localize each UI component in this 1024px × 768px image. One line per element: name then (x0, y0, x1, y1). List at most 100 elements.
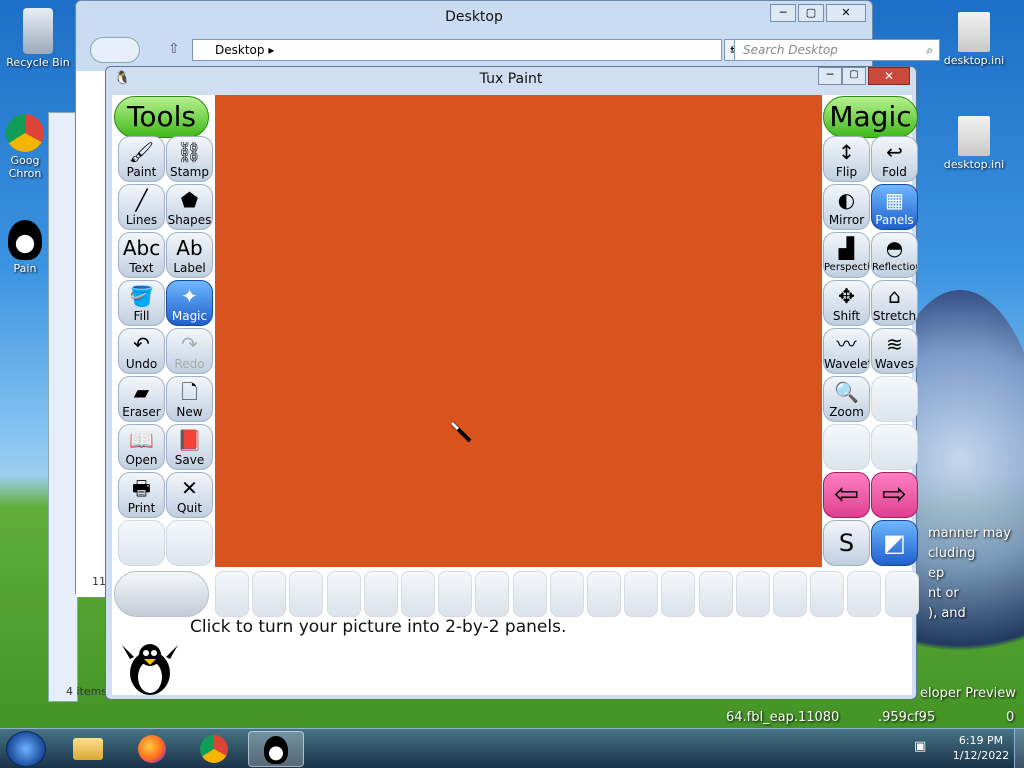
tool-label-button[interactable]: Ab Label (166, 232, 213, 278)
empty-magic-slot (823, 424, 870, 470)
color-swatch[interactable] (810, 571, 845, 617)
address-text: Desktop (215, 43, 265, 57)
color-swatch[interactable] (624, 571, 659, 617)
tool-print-button[interactable]: 🖶 Print (118, 472, 165, 518)
color-swatch[interactable] (847, 571, 882, 617)
color-swatch[interactable] (289, 571, 324, 617)
system-clock[interactable]: 6:19 PM 1/12/2022 (946, 733, 1016, 763)
wallpaper-text: ep (928, 566, 945, 581)
magic-fold-button[interactable]: ↩ Fold (871, 136, 918, 182)
magic-zoom-button[interactable]: 🔍 Zoom (823, 376, 870, 422)
desktop-icon-desktop-ini-1[interactable]: desktop.ini (938, 12, 1010, 67)
quit-icon: ✕ (181, 476, 198, 500)
tool-redo-button[interactable]: ↷ Redo (166, 328, 213, 374)
paint-mode-icon: S (838, 529, 855, 557)
prev-page-button[interactable]: ⇦ (823, 472, 870, 518)
magic-wavelets-button[interactable]: 〰Wavelets (823, 328, 870, 374)
tool-shapes-button[interactable]: ⬟ Shapes (166, 184, 213, 230)
magic-wand-cursor-icon (450, 421, 472, 443)
magic-mirror-button[interactable]: ◐ Mirror (823, 184, 870, 230)
color-swatch[interactable] (661, 571, 696, 617)
magic-fullscreen-mode-button[interactable]: ◩ (871, 520, 918, 566)
desktop-icon-tuxpaint[interactable]: Pain (0, 220, 50, 275)
maximize-button[interactable]: ▢ (798, 4, 824, 22)
magic-shift-button[interactable]: ✥ Shift (823, 280, 870, 326)
tool-new-button[interactable]: 🗋 New (166, 376, 213, 422)
start-button[interactable] (6, 731, 46, 767)
search-icon: ⌕ (926, 43, 933, 57)
clock-date: 1/12/2022 (952, 749, 1010, 762)
color-swatch[interactable] (475, 571, 510, 617)
color-swatch[interactable] (587, 571, 621, 617)
color-swatch[interactable] (363, 571, 398, 617)
fold-icon: ↩ (886, 140, 903, 164)
chrome-label: Goog Chron (8, 154, 42, 180)
color-picker-wide[interactable] (114, 571, 209, 617)
search-input[interactable]: Search Desktop ⌕ (734, 39, 940, 61)
magic-waves-button[interactable]: ≋ Waves (871, 328, 918, 374)
magic-reflection-button[interactable]: ◓ Reflection (871, 232, 918, 278)
color-swatch[interactable] (549, 571, 584, 617)
search-placeholder: Search Desktop (743, 43, 838, 57)
tool-stamp-button[interactable]: ⛓ Stamp (166, 136, 213, 182)
tool-fill-button[interactable]: 🪣 Fill (118, 280, 165, 326)
color-swatch[interactable] (773, 571, 807, 617)
explorer-status-num: 11 (92, 575, 106, 588)
magic-stretch-button[interactable]: ⌂ Stretch (871, 280, 918, 326)
color-swatch[interactable] (438, 571, 473, 617)
bucket-icon: 🪣 (129, 284, 154, 308)
tool-label: New (176, 405, 203, 419)
show-desktop-button[interactable] (1014, 729, 1024, 768)
color-swatch[interactable] (735, 571, 770, 617)
tools-header: Tools (114, 96, 209, 138)
magic-panels-button[interactable]: ▦ Panels (871, 184, 918, 230)
drawing-canvas[interactable] (215, 95, 822, 567)
magic-flip-button[interactable]: ↕ Flip (823, 136, 870, 182)
desktop-icon-desktop-ini-2[interactable]: desktop.ini (938, 116, 1010, 171)
minimize-button[interactable]: ─ (818, 67, 842, 85)
tool-text-button[interactable]: Abc Text (118, 232, 165, 278)
tool-lines-button[interactable]: ╱ Lines (118, 184, 165, 230)
build-watermark-3: .959cf95 (878, 710, 936, 725)
close-button[interactable]: ✕ (868, 67, 910, 85)
network-icon[interactable]: ▣ (914, 739, 932, 757)
color-swatch[interactable] (401, 571, 435, 617)
taskbar-firefox[interactable] (124, 731, 180, 767)
magic-label: Mirror (828, 213, 865, 227)
color-swatch[interactable] (698, 571, 733, 617)
tool-quit-button[interactable]: ✕ Quit (166, 472, 213, 518)
taskbar-explorer[interactable] (60, 731, 116, 767)
color-swatch[interactable] (884, 571, 919, 617)
empty-magic-slot (871, 376, 918, 422)
close-button[interactable]: ✕ (826, 4, 866, 22)
magic-label: Waves (874, 357, 915, 371)
color-swatch[interactable] (215, 571, 249, 617)
maximize-button[interactable]: ▢ (842, 67, 866, 85)
up-arrow-icon[interactable]: ⇧ (168, 41, 180, 57)
tool-open-button[interactable]: 📖 Open (118, 424, 165, 470)
back-forward-buttons[interactable] (90, 37, 140, 63)
tool-paint-button[interactable]: 🖌 Paint (118, 136, 165, 182)
tool-eraser-button[interactable]: ▰ Eraser (118, 376, 165, 422)
magic-header: Magic (823, 96, 918, 138)
desktop-icon-chrome[interactable]: Goog Chron (0, 114, 50, 180)
tool-undo-button[interactable]: ↶ Undo (118, 328, 165, 374)
color-swatch[interactable] (512, 571, 547, 617)
firefox-icon (138, 735, 166, 763)
fullscreen-mode-icon: ◩ (883, 529, 906, 557)
tool-label: Stamp (170, 165, 209, 179)
taskbar-chrome[interactable] (186, 731, 242, 767)
desktop-icon-recycle-bin[interactable]: Recycle Bin (2, 8, 74, 69)
color-swatch[interactable] (252, 571, 287, 617)
tuxpaint-desktop-label: Pain (13, 262, 37, 275)
tool-save-button[interactable]: 📕 Save (166, 424, 213, 470)
new-page-icon: 🗋 (181, 380, 198, 404)
next-page-button[interactable]: ⇨ (871, 472, 918, 518)
tool-magic-button[interactable]: ✦ Magic (166, 280, 213, 326)
minimize-button[interactable]: ─ (770, 4, 796, 22)
address-bar[interactable]: Desktop ▸ (192, 39, 722, 61)
color-swatch[interactable] (326, 571, 361, 617)
magic-paint-mode-button[interactable]: S (823, 520, 870, 566)
magic-perspective-button[interactable]: ▟ Perspective (823, 232, 870, 278)
taskbar-tuxpaint[interactable] (248, 731, 304, 767)
